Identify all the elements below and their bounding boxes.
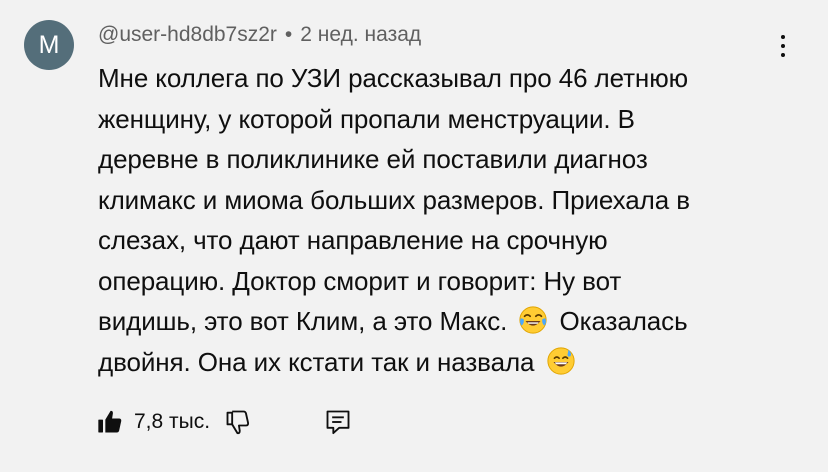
comment-line-part: Оказалась: [559, 306, 688, 336]
comment-reply-icon: [326, 410, 350, 435]
avatar-letter: M: [38, 30, 60, 59]
avatar[interactable]: M: [24, 20, 74, 70]
more-vertical-icon: [781, 35, 785, 39]
comment-line: женщину, у которой пропали менструации. …: [98, 103, 635, 134]
comment-line: видишь, это вот Клим, а это Макс. Оказал…: [98, 301, 788, 342]
grinning-face-with-sweat-icon: [546, 346, 575, 375]
comment-actions: 7,8 тыс.: [96, 402, 352, 442]
comment-timestamp[interactable]: 2 нед. назад: [300, 23, 421, 46]
author-handle[interactable]: @user-hd8db7sz2r: [98, 23, 277, 46]
comment-line: Мне коллега по УЗИ рассказывал про 46 ле…: [98, 63, 688, 93]
comment-line-part: двойня. Она их кстати так и назвала: [98, 346, 535, 377]
thumbs-up-filled-icon: [98, 410, 122, 433]
comment-line: двойня. Она их кстати так и назвала: [98, 342, 788, 383]
comment-line: деревне в поликлинике ей поставили диагн…: [98, 144, 648, 174]
comment-line-part: видишь, это вот Клим, а это Макс.: [98, 306, 508, 336]
comment-line: операцию. Доктор сморит и говорит: Ну во…: [98, 265, 622, 296]
comment-line: климакс и миома больших размеров. Приеха…: [98, 184, 690, 215]
like-button[interactable]: [96, 408, 124, 436]
dislike-button[interactable]: [224, 408, 252, 436]
comment-line: слезах, что дают направление на срочную: [98, 225, 608, 255]
separator-dot: •: [284, 23, 293, 46]
comment-text: Мне коллега по УЗИ рассказывал про 46 ле…: [98, 58, 788, 382]
thumbs-down-outline-icon: [226, 410, 250, 435]
like-count: 7,8 тыс.: [134, 410, 211, 433]
face-with-tears-of-joy-icon: [519, 306, 547, 334]
reply-button[interactable]: [324, 408, 352, 436]
comment-header: @user-hd8db7sz2r • 2 нед. назад: [98, 20, 421, 50]
